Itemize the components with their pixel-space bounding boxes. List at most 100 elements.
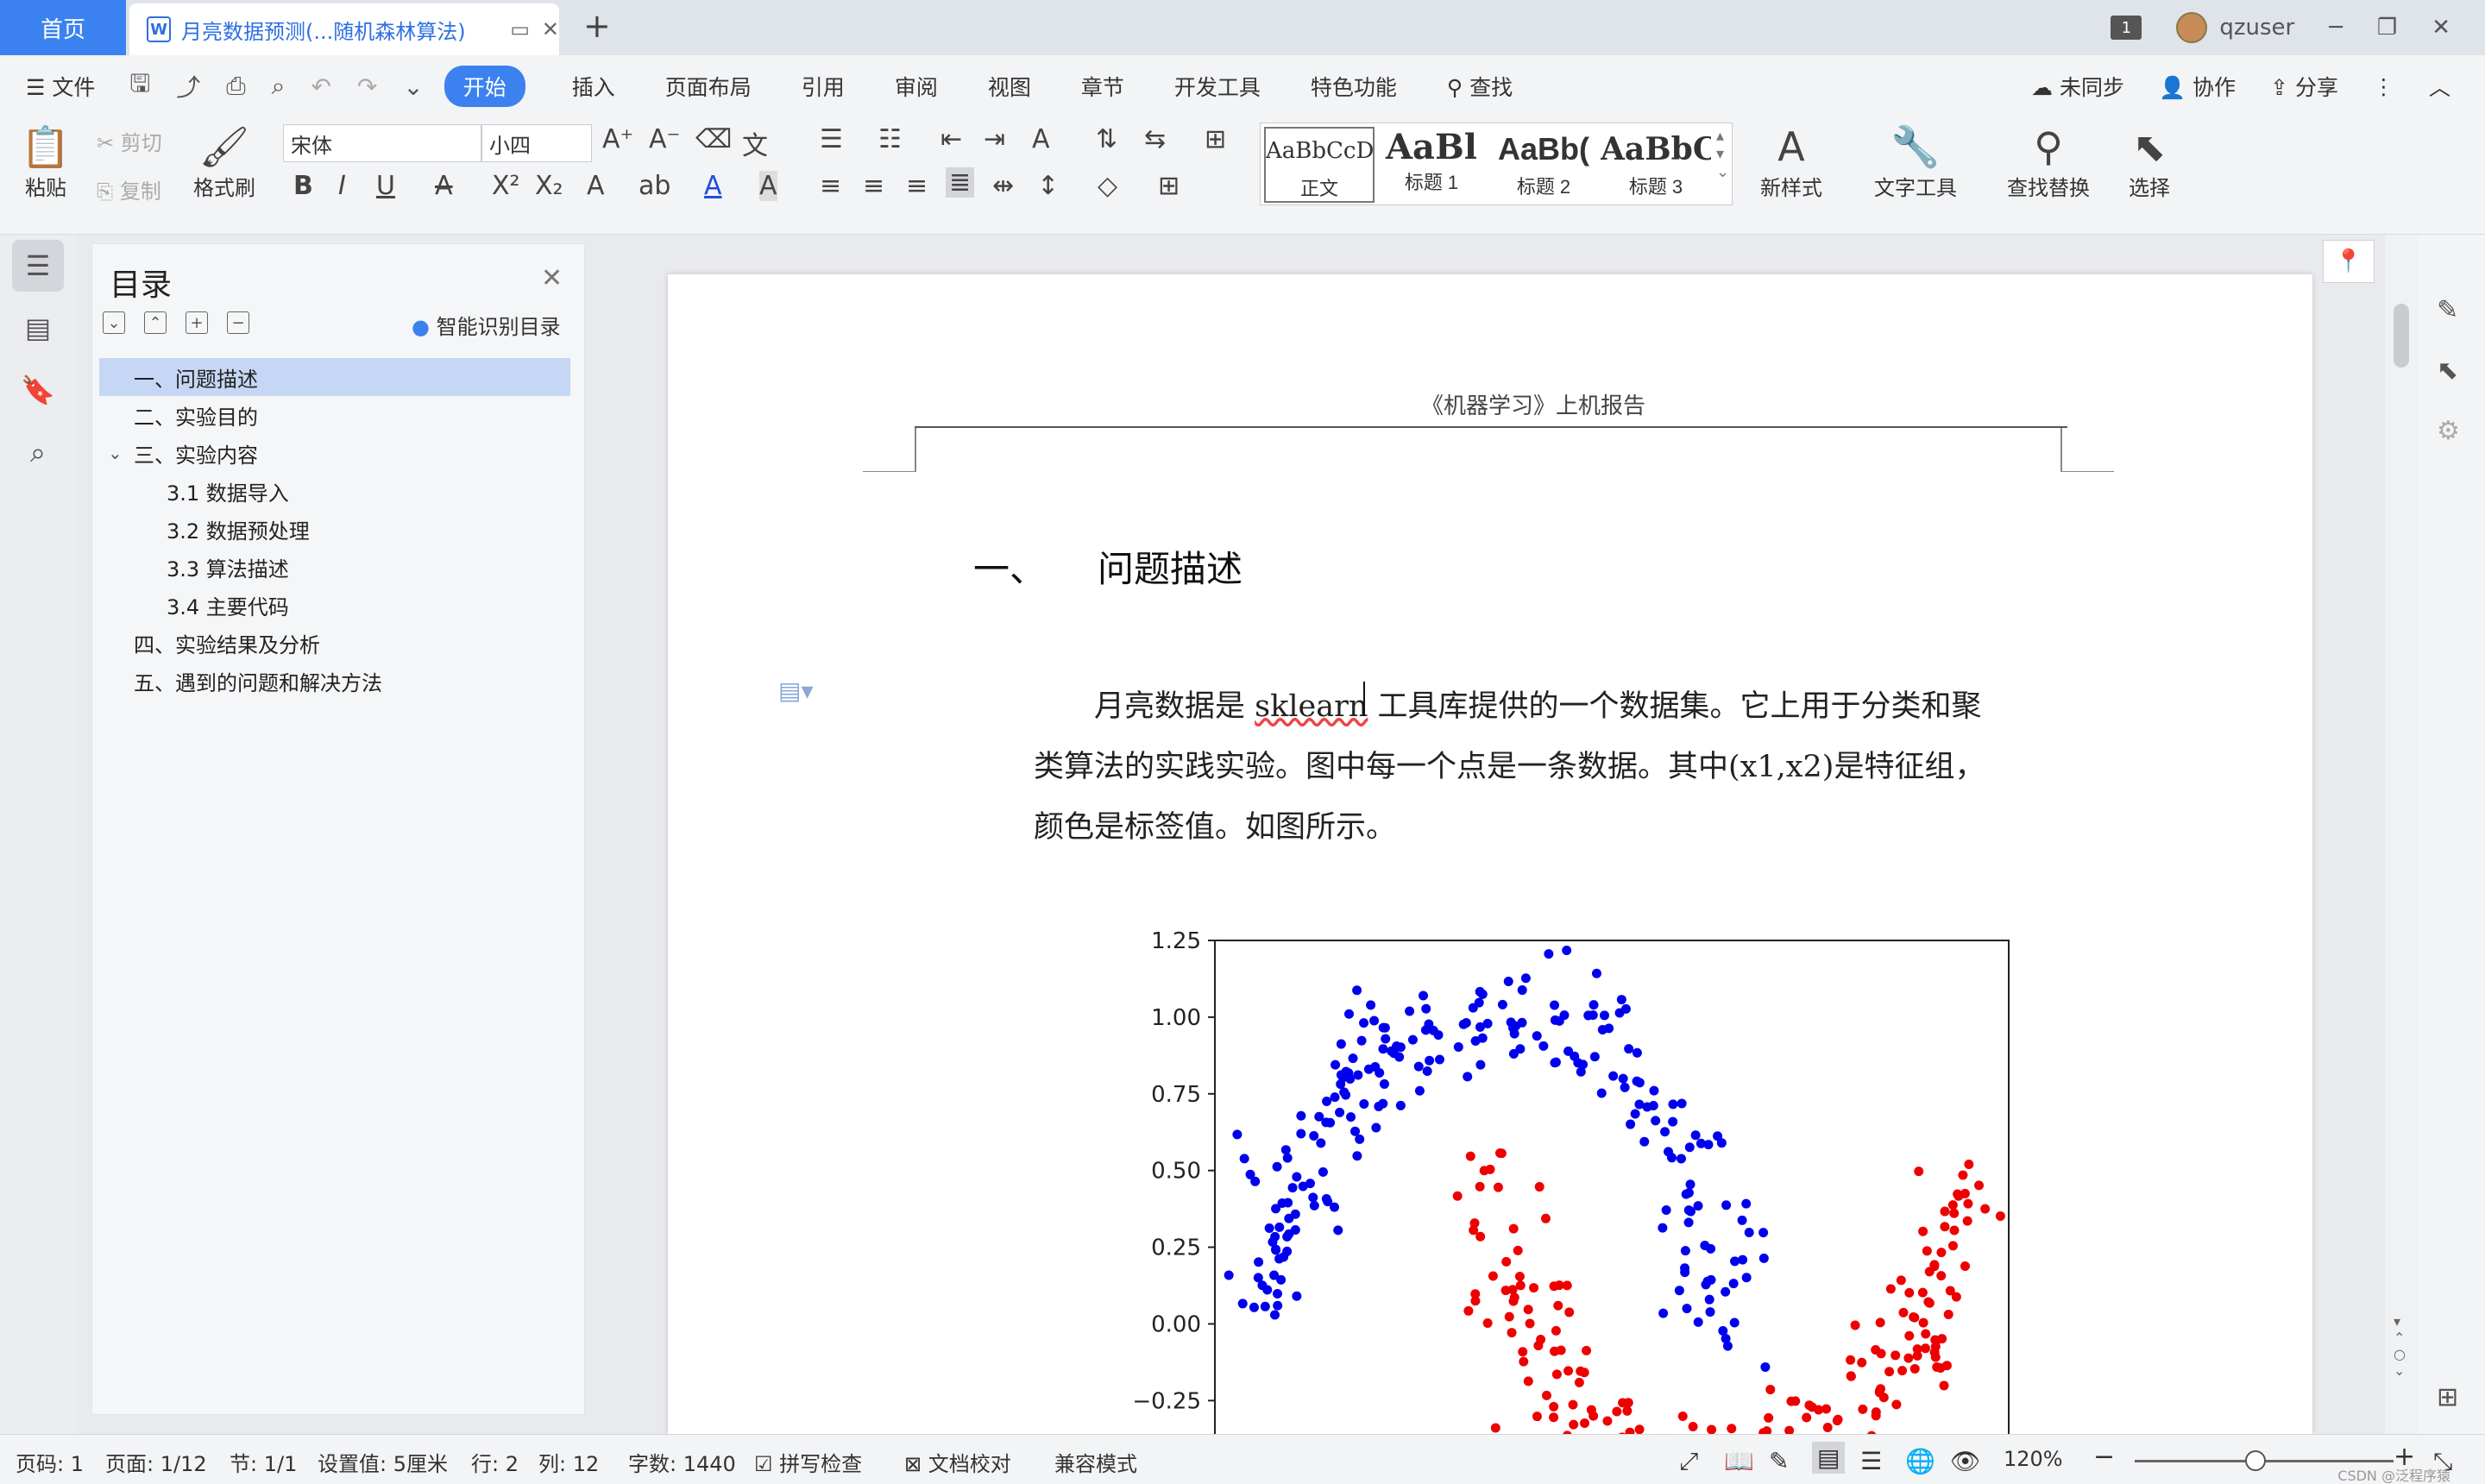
toc-item[interactable]: 一、问题描述: [99, 358, 570, 396]
close-window-icon[interactable]: ✕: [2432, 15, 2450, 41]
toc-panel-icon[interactable]: ☰: [12, 240, 64, 292]
style-normal[interactable]: AaBbCcDd 正文: [1264, 127, 1375, 203]
vertical-scrollbar[interactable]: ▾ ⌃ ○ ⌄: [2385, 235, 2418, 1434]
style-heading-2[interactable]: AaBb( 标题 2: [1488, 127, 1599, 203]
underline-icon[interactable]: U: [376, 171, 395, 201]
menu-tab-chapter[interactable]: 章节: [1081, 71, 1124, 102]
float-window-icon[interactable]: ▭: [510, 17, 530, 41]
toc-item[interactable]: 3.3 算法描述: [99, 548, 570, 586]
toc-item[interactable]: 四、实验结果及分析: [99, 624, 570, 662]
web-view-icon[interactable]: 🌐: [1905, 1447, 1935, 1475]
save-icon[interactable]: 🖫: [129, 66, 150, 107]
misspelled-word[interactable]: sklearn: [1255, 689, 1368, 724]
paragraph-line[interactable]: 颜色是标签值。如图所示。: [1034, 802, 2069, 846]
compat-mode[interactable]: 兼容模式: [1054, 1447, 1137, 1477]
collapse-ribbon-icon[interactable]: ︿: [2429, 71, 2450, 102]
toc-item[interactable]: 3.2 数据预处理: [99, 510, 570, 548]
paste-button[interactable]: 📋 粘贴: [17, 123, 74, 201]
paragraph-line[interactable]: 类算法的实践实验。图中每一个点是一条数据。其中(x1,x2)是特征组，: [1034, 742, 2069, 786]
collab-button[interactable]: 👤 协作: [2159, 71, 2236, 102]
style-heading-1[interactable]: AaBl 标题 1: [1376, 127, 1487, 203]
export-icon[interactable]: ⤴: [176, 69, 200, 104]
toc-item[interactable]: ⌄ 三、实验内容: [99, 434, 570, 472]
paragraph-handle-icon[interactable]: ▤▾: [778, 676, 814, 705]
chevron-down-icon[interactable]: ⌄: [108, 443, 123, 463]
strikethrough-icon[interactable]: A: [435, 171, 453, 201]
copy-button[interactable]: ⎘ 复制: [97, 174, 161, 204]
location-pin-icon[interactable]: 📍: [2323, 240, 2375, 283]
sync-button[interactable]: ☁ 未同步: [2031, 71, 2124, 102]
menu-tab-developer[interactable]: 开发工具: [1174, 71, 1261, 102]
toc-item[interactable]: 五、遇到的问题和解决方法: [99, 662, 570, 700]
font-color-icon[interactable]: A: [704, 171, 722, 201]
grid-icon[interactable]: ⊞: [2437, 1382, 2458, 1412]
status-setting[interactable]: 设置值: 5厘米: [318, 1447, 448, 1477]
status-words[interactable]: 字数: 1440: [628, 1447, 736, 1477]
shrink-font-icon[interactable]: A⁻: [649, 124, 680, 154]
sort-icon[interactable]: ⇅: [1096, 124, 1117, 154]
align-center-icon[interactable]: ≡: [863, 171, 884, 201]
numbered-list-icon[interactable]: ☷: [878, 124, 902, 154]
scroll-thumb[interactable]: [2394, 304, 2409, 368]
share-button[interactable]: ⇪ 分享: [2270, 71, 2338, 102]
text-effect-icon[interactable]: A: [587, 171, 605, 201]
bullet-list-icon[interactable]: ☰: [820, 124, 843, 154]
justify-icon[interactable]: ≣: [946, 167, 975, 198]
remove-level-icon[interactable]: −: [227, 311, 249, 334]
grow-font-icon[interactable]: A⁺: [602, 124, 633, 154]
status-col[interactable]: 列: 12: [538, 1447, 599, 1477]
tab-document[interactable]: W 月亮数据预测(...随机森林算法) ▭ ✕: [129, 3, 559, 55]
spell-check-button[interactable]: ☑ 拼写检查: [754, 1447, 862, 1477]
shading-icon[interactable]: ◇: [1098, 171, 1117, 201]
italic-icon[interactable]: I: [338, 171, 346, 201]
superscript-icon[interactable]: X²: [492, 171, 520, 201]
status-row[interactable]: 行: 2: [471, 1447, 519, 1477]
add-level-icon[interactable]: +: [186, 311, 208, 334]
close-tab-icon[interactable]: ✕: [542, 17, 559, 41]
toc-item[interactable]: 二、实验目的: [99, 396, 570, 434]
font-name-select[interactable]: 宋体: [283, 124, 481, 162]
close-icon[interactable]: ✕: [541, 263, 563, 293]
scroll-down-icon[interactable]: ▾ ⌃ ○ ⌄: [2394, 1313, 2406, 1379]
more-icon[interactable]: ⋮: [2373, 74, 2394, 99]
menu-tab-review[interactable]: 审阅: [895, 71, 938, 102]
status-section[interactable]: 节: 1/1: [230, 1447, 297, 1477]
restore-icon[interactable]: ❐: [2377, 15, 2397, 41]
phonetic-icon[interactable]: 文: [742, 124, 768, 162]
paragraph-spacing-icon[interactable]: ↕: [1037, 171, 1059, 201]
zoom-level[interactable]: 120%: [2004, 1447, 2063, 1471]
clear-format-icon[interactable]: ⌫: [695, 124, 732, 154]
status-page-code[interactable]: 页码: 1: [16, 1447, 84, 1477]
paragraph-line[interactable]: 月亮数据是 sklearn 工具库提供的一个数据集。它上用于分类和聚: [1034, 682, 2069, 726]
pointer-icon[interactable]: ⬉: [2437, 355, 2458, 386]
line-spacing-icon[interactable]: ⇆: [1144, 124, 1166, 154]
new-tab-button[interactable]: +: [583, 7, 611, 45]
zoom-slider-knob[interactable]: [2245, 1450, 2266, 1471]
print-preview-icon[interactable]: ⌕: [272, 72, 286, 101]
redo-icon[interactable]: ↷: [357, 72, 377, 101]
char-shading-icon[interactable]: A: [759, 171, 777, 201]
menu-tab-view[interactable]: 视图: [988, 71, 1031, 102]
fullscreen-icon[interactable]: ⤢: [1679, 1447, 1698, 1476]
print-icon[interactable]: ⎙: [226, 72, 245, 101]
select-button[interactable]: ⬉ 选择: [2119, 123, 2180, 201]
zoom-out-icon[interactable]: −: [2093, 1442, 2115, 1472]
file-menu[interactable]: ☰ 文件: [26, 71, 95, 102]
increase-indent-icon[interactable]: ⇥: [984, 124, 1005, 154]
format-painter-button[interactable]: 🖌 格式刷: [190, 123, 259, 201]
window-count-badge[interactable]: 1: [2111, 16, 2142, 40]
eye-protect-icon[interactable]: 👁: [1950, 1447, 1981, 1475]
change-case-icon[interactable]: A: [1032, 124, 1050, 154]
pen-icon[interactable]: ✎: [2437, 295, 2458, 325]
find-replace-button[interactable]: ⚲ 查找替换: [1998, 123, 2098, 201]
menu-tab-insert[interactable]: 插入: [572, 71, 615, 102]
toc-item[interactable]: 3.4 主要代码: [99, 586, 570, 624]
menu-tab-layout[interactable]: 页面布局: [665, 71, 752, 102]
menu-tab-references[interactable]: 引用: [802, 71, 845, 102]
show-marks-icon[interactable]: ⊞: [1205, 124, 1226, 154]
bookmark-icon[interactable]: 🔖: [12, 364, 64, 416]
proofread-button[interactable]: ⊠ 文档校对: [904, 1447, 1011, 1477]
customize-icon[interactable]: ⌄: [403, 72, 423, 101]
search-button[interactable]: ⚲ 查找: [1447, 71, 1513, 102]
expand-all-icon[interactable]: ⌄: [103, 311, 125, 334]
